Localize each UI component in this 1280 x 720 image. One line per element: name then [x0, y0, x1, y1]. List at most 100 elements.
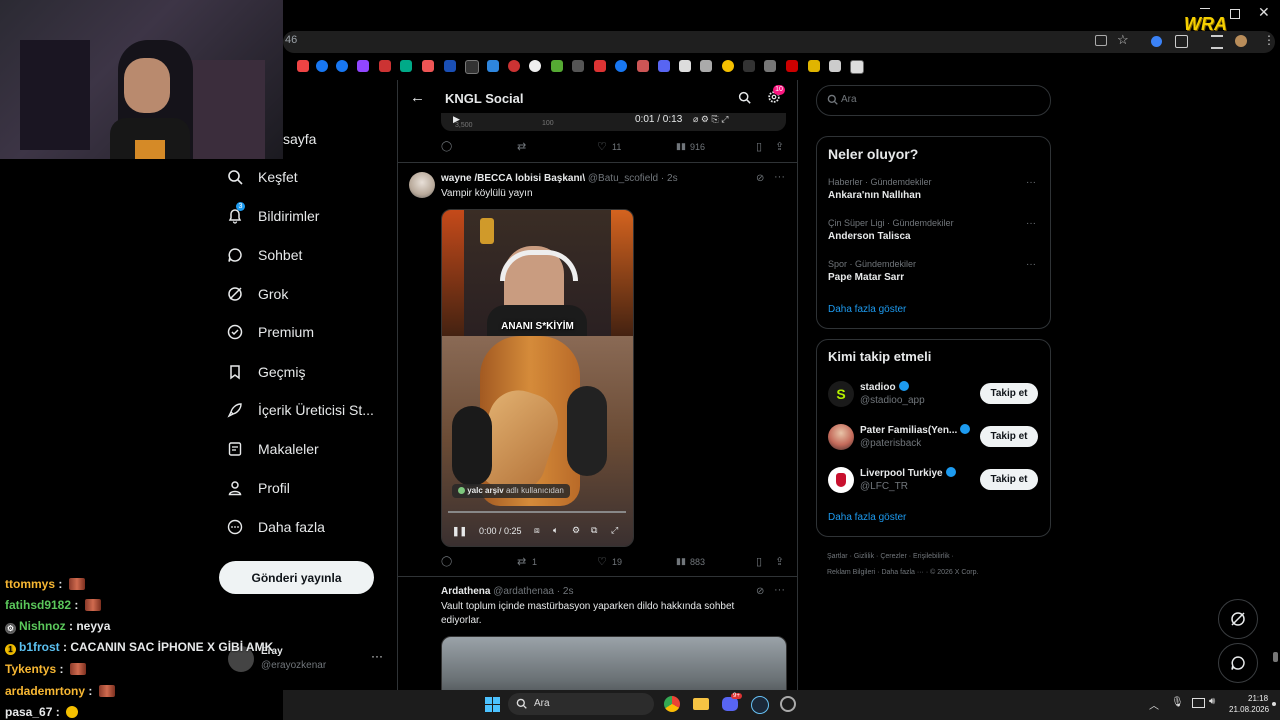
follow-button[interactable]: Takip et: [980, 383, 1038, 404]
views-icon[interactable]: ▮▮: [676, 141, 686, 152]
bookmark-icon[interactable]: [316, 60, 328, 72]
views-icon[interactable]: ▮▮: [676, 556, 686, 567]
follow-suggestion[interactable]: Liverpool Turkiye @LFC_TR Takip et: [817, 464, 1050, 498]
bookmark-icon[interactable]: [551, 60, 563, 72]
avatar[interactable]: [409, 172, 435, 198]
clock-date[interactable]: 21.08.2026: [1229, 705, 1269, 714]
nav-chat[interactable]: Sohbet: [226, 243, 302, 267]
grok-icon[interactable]: ⊘: [756, 586, 764, 597]
nav-premium[interactable]: Premium: [226, 320, 314, 344]
taskbar-search[interactable]: Ara: [508, 693, 654, 715]
bookmark-icon[interactable]: [722, 60, 734, 72]
share-icon[interactable]: ⇪: [775, 140, 784, 153]
like-icon[interactable]: ♡: [597, 140, 607, 153]
microphone-icon[interactable]: 🎙︎: [1171, 697, 1184, 708]
pause-icon[interactable]: ❚❚: [452, 526, 467, 537]
nav-bookmarks[interactable]: Geçmiş: [226, 360, 305, 384]
chat-username[interactable]: Tykentys: [5, 662, 56, 676]
nav-articles[interactable]: Makaleler: [226, 437, 319, 461]
bookmark-icon[interactable]: [850, 60, 864, 74]
avatar[interactable]: [828, 467, 854, 493]
captions-icon[interactable]: ⧈: [534, 525, 540, 536]
reply-icon[interactable]: ◯: [441, 556, 452, 567]
show-more-link[interactable]: Daha fazla göster: [828, 512, 906, 523]
bookmark-icon[interactable]: [829, 60, 841, 72]
more-dots-icon[interactable]: ···: [1026, 218, 1036, 229]
grok-icon[interactable]: ⊘: [756, 173, 764, 184]
video-player[interactable]: ANANI S*KİYİM yalc arşiv adlı kullanıcıd…: [441, 209, 634, 547]
post-author[interactable]: Ardathena: [441, 586, 490, 597]
chevron-up-icon[interactable]: ︿: [1149, 697, 1159, 712]
repost-icon[interactable]: ⇄: [517, 555, 526, 568]
bookmark-icon[interactable]: [444, 60, 456, 72]
nav-more[interactable]: Daha fazla: [226, 515, 325, 539]
chat-username[interactable]: ardademrtony: [5, 684, 85, 698]
video-player[interactable]: ▶ 3,500 100 0:01 / 0:13 ⌀ ⚙ ⎘ ⤢: [441, 113, 786, 131]
bookmark-icon[interactable]: [808, 60, 820, 72]
volume-icon[interactable]: 🔊︎: [1209, 696, 1215, 707]
chrome-icon[interactable]: [664, 696, 680, 712]
footer-link[interactable]: Şartlar: [827, 553, 848, 560]
search-icon[interactable]: [738, 91, 751, 104]
bookmark-icon[interactable]: [743, 60, 755, 72]
discord-icon[interactable]: [722, 697, 738, 711]
chat-username[interactable]: b1frost: [19, 640, 60, 654]
more-dots-icon[interactable]: ···: [1026, 177, 1036, 188]
close-window-button[interactable]: ✕: [1258, 4, 1270, 21]
attribution-chip[interactable]: yalc arşiv adlı kullanıcıdan: [452, 484, 570, 498]
extension-shield-icon[interactable]: [1151, 36, 1162, 47]
chat-username[interactable]: ttommys: [5, 577, 55, 591]
repost-icon[interactable]: ⇄: [517, 140, 526, 153]
reply-icon[interactable]: ◯: [441, 141, 452, 152]
file-explorer-icon[interactable]: [693, 698, 709, 710]
steam-icon[interactable]: [751, 696, 769, 714]
follow-suggestion[interactable]: Pater Familias(Yen... @paterisback Takip…: [817, 421, 1050, 455]
bookmark-icon[interactable]: [637, 60, 649, 72]
notification-center-icon[interactable]: [1272, 702, 1276, 706]
video-controls-icon[interactable]: ⌀ ⚙ ⎘ ⤢: [693, 114, 728, 125]
bookmark-icon[interactable]: [786, 60, 798, 72]
bookmark-icon[interactable]: [379, 60, 391, 72]
chat-username[interactable]: fatihsd9182: [5, 598, 71, 612]
star-icon[interactable]: ☆: [1117, 32, 1129, 48]
bookmark-icon[interactable]: [297, 60, 309, 72]
clock-time[interactable]: 21:18: [1248, 694, 1268, 703]
chat-username[interactable]: pasa_67: [5, 705, 52, 719]
trend-item[interactable]: Haberler · Gündemdekiler Ankara'nın Nall…: [828, 177, 1043, 201]
more-dots-icon[interactable]: ···: [774, 584, 785, 596]
post-handle[interactable]: @ardathenaa: [493, 586, 554, 597]
post-author[interactable]: wayne /BECCA lobisi Başkanı\: [441, 173, 585, 184]
bookmark-icon[interactable]: [594, 60, 606, 72]
chat-username[interactable]: Nishnoz: [19, 619, 66, 633]
bookmark-icon[interactable]: [658, 60, 670, 72]
bookmark-icon[interactable]: [679, 60, 691, 72]
messages-float-button[interactable]: [1218, 643, 1258, 683]
bookmark-icon[interactable]: [336, 60, 348, 72]
bookmark-icon[interactable]: [700, 60, 712, 72]
trend-item[interactable]: Spor · Gündemdekiler Pape Matar Sarr ···: [828, 259, 1043, 283]
post-handle[interactable]: @Batu_scofield: [588, 173, 658, 184]
bookmark-icon[interactable]: [615, 60, 627, 72]
post[interactable]: Ardathena @ardathenaa · 2s ⊘ ··· Vault t…: [398, 577, 797, 700]
maximize-button[interactable]: [1230, 9, 1240, 19]
back-arrow-icon[interactable]: ←: [410, 89, 425, 106]
footer-link[interactable]: Çerezler: [880, 553, 906, 560]
pip-icon[interactable]: ⧉: [591, 525, 597, 536]
nav-profile[interactable]: Profil: [226, 476, 290, 500]
footer-link[interactable]: Reklam Bilgileri: [827, 569, 875, 576]
follow-button[interactable]: Takip et: [980, 426, 1038, 447]
grok-float-button[interactable]: [1218, 599, 1258, 639]
bookmark-icon[interactable]: [422, 60, 434, 72]
like-icon[interactable]: ♡: [597, 555, 607, 568]
follow-button[interactable]: Takip et: [980, 469, 1038, 490]
bookmark-icon[interactable]: [465, 60, 479, 74]
puzzle-icon[interactable]: [1175, 35, 1188, 48]
post-button[interactable]: Gönderi yayınla: [219, 561, 374, 594]
nav-home-label[interactable]: sayfa: [283, 131, 316, 147]
avatar[interactable]: [828, 424, 854, 450]
more-dots-icon[interactable]: ···: [774, 171, 785, 183]
nav-creator-studio[interactable]: İçerik Üreticisi St...: [226, 398, 374, 422]
scrollbar[interactable]: [1273, 652, 1278, 662]
nav-notifications[interactable]: 3 Bildirimler: [226, 202, 319, 228]
bookmark-icon[interactable]: [400, 60, 412, 72]
